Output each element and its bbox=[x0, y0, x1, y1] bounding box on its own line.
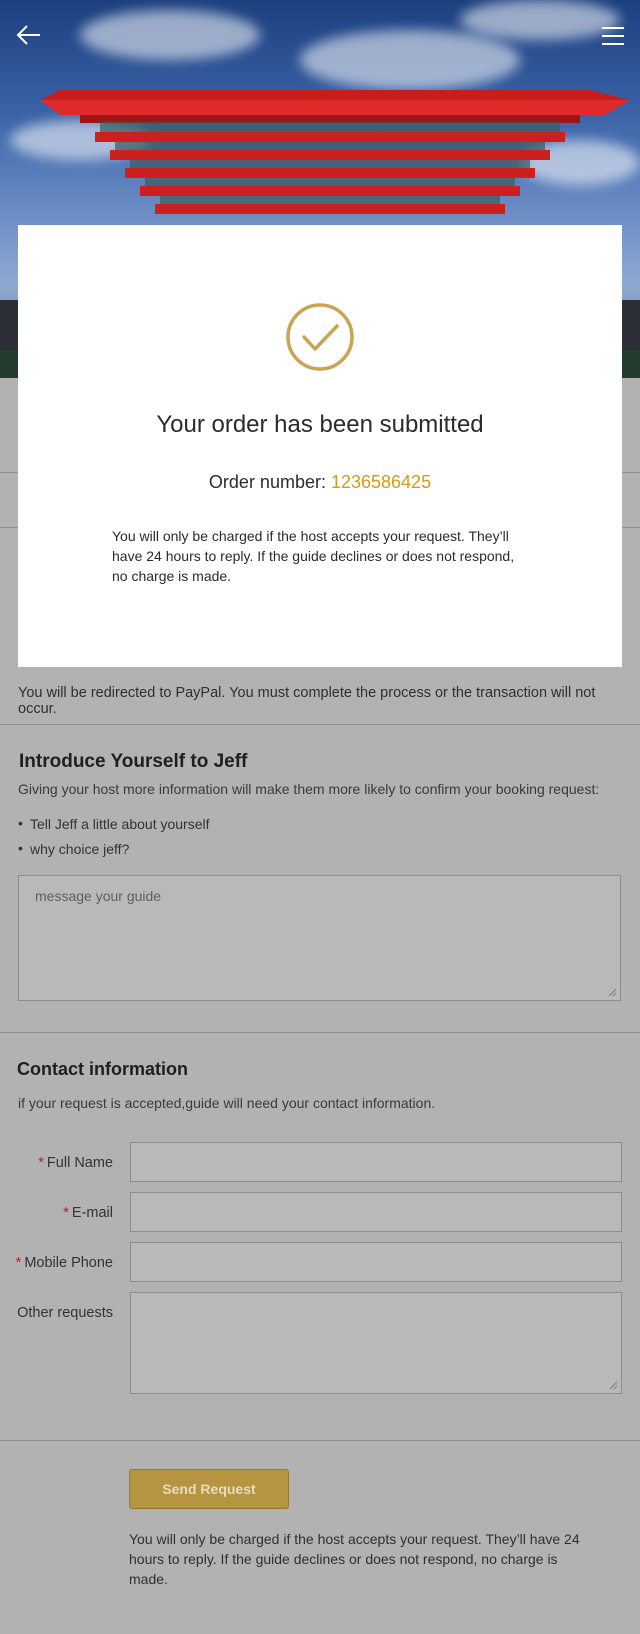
divider bbox=[0, 724, 640, 725]
introduce-title: Introduce Yourself to Jeff bbox=[19, 751, 248, 772]
hamburger-menu-icon bbox=[602, 27, 624, 45]
back-button[interactable] bbox=[14, 20, 44, 50]
menu-button[interactable] bbox=[600, 24, 626, 48]
divider bbox=[0, 1440, 640, 1441]
modal-body: You will only be charged if the host acc… bbox=[112, 528, 515, 584]
mobile-phone-field[interactable] bbox=[130, 1242, 622, 1282]
message-placeholder: message your guide bbox=[35, 888, 162, 904]
check-circle-icon bbox=[286, 303, 354, 371]
required-mark: * bbox=[38, 1155, 44, 1171]
full-name-label: * Full Name bbox=[38, 1155, 113, 1171]
required-mark: * bbox=[15, 1255, 22, 1271]
required-mark: * bbox=[63, 1205, 69, 1221]
charge-note: You will only be charged if the host acc… bbox=[129, 1531, 580, 1587]
paypal-notice: You will be redirected to PayPal. You mu… bbox=[18, 685, 596, 717]
other-requests-textarea[interactable] bbox=[130, 1292, 622, 1394]
order-number-line: Order number: 1236586425 bbox=[18, 472, 622, 493]
send-request-button[interactable]: Send Request bbox=[129, 1469, 289, 1509]
list-item: Tell Jeff a little about yourself bbox=[18, 815, 210, 832]
email-field[interactable] bbox=[130, 1192, 622, 1232]
contact-subtitle: if your request is accepted,guide will n… bbox=[18, 1095, 436, 1111]
order-submitted-modal: Your order has been submitted Order numb… bbox=[18, 225, 622, 667]
resize-grip-icon[interactable] bbox=[607, 987, 617, 997]
divider bbox=[0, 1032, 640, 1033]
modal-title: Your order has been submitted bbox=[156, 411, 484, 438]
introduce-subtitle: Giving your host more information will m… bbox=[18, 781, 600, 797]
email-label: * E-mail bbox=[63, 1205, 113, 1221]
full-name-field[interactable] bbox=[130, 1142, 622, 1182]
other-requests-label: Other requests bbox=[17, 1305, 113, 1321]
order-number: 1236586425 bbox=[330, 472, 432, 492]
mobile-phone-label: * Mobile Phone bbox=[15, 1255, 113, 1271]
contact-title: Contact information bbox=[17, 1059, 188, 1079]
order-number-label: Order number: bbox=[208, 472, 331, 492]
message-textarea[interactable]: message your guide bbox=[18, 875, 621, 1001]
arrow-left-icon bbox=[16, 25, 40, 45]
resize-grip-icon[interactable] bbox=[608, 1380, 618, 1390]
list-item: why choice jeff? bbox=[18, 840, 129, 857]
